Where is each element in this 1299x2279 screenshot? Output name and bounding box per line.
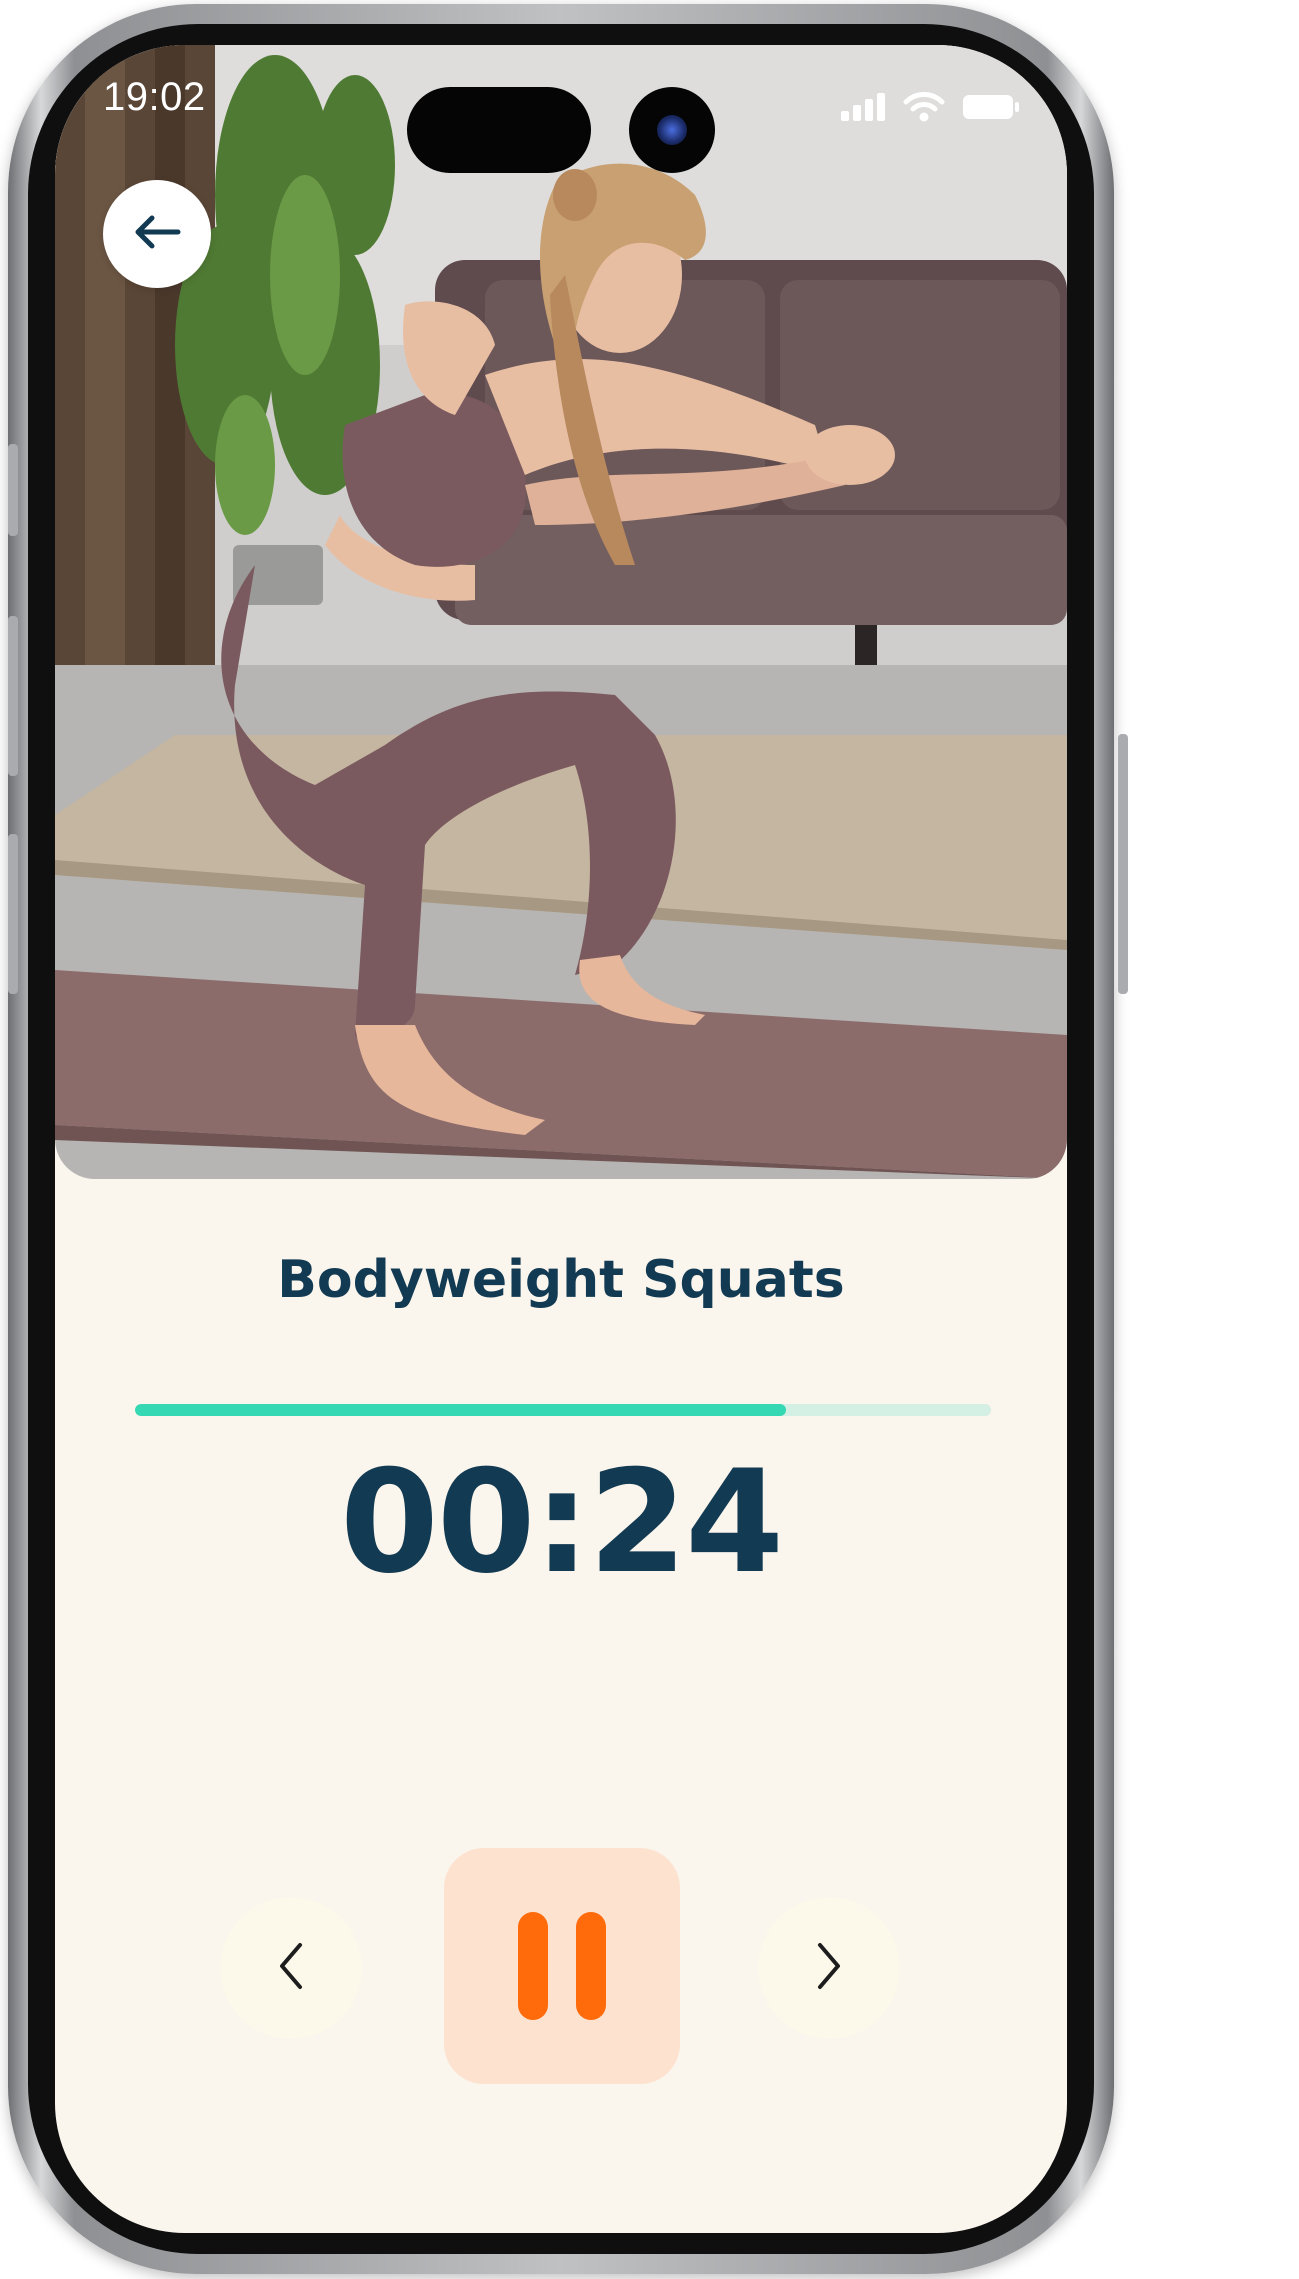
previous-exercise-button[interactable] (220, 1897, 362, 2039)
pause-icon (518, 1912, 548, 2020)
action-button (8, 444, 18, 536)
exercise-progress-bar (135, 1404, 991, 1416)
cellular-signal-icon (841, 93, 885, 125)
pause-button[interactable] (444, 1848, 680, 2084)
chevron-right-icon (814, 1941, 844, 1995)
exercise-progress-fill (135, 1404, 786, 1416)
pause-icon-bar (576, 1912, 606, 2020)
app-screen: 19:02 Bodyweight Squats 00:24 (55, 45, 1067, 2233)
power-button (1118, 734, 1128, 994)
status-time: 19:02 (103, 75, 206, 119)
volume-up-button (8, 616, 18, 776)
back-button[interactable] (103, 180, 211, 288)
countdown-timer: 00:24 (339, 1440, 784, 1605)
volume-down-button (8, 834, 18, 994)
wifi-icon (903, 91, 945, 127)
arrow-left-icon (132, 212, 182, 256)
chevron-left-icon (276, 1941, 306, 1995)
next-exercise-button[interactable] (758, 1897, 900, 2039)
front-camera (629, 87, 715, 173)
exercise-title: Bodyweight Squats (277, 1250, 845, 1310)
battery-icon (963, 93, 1019, 125)
status-icons (841, 89, 1019, 129)
dynamic-island (407, 87, 591, 173)
